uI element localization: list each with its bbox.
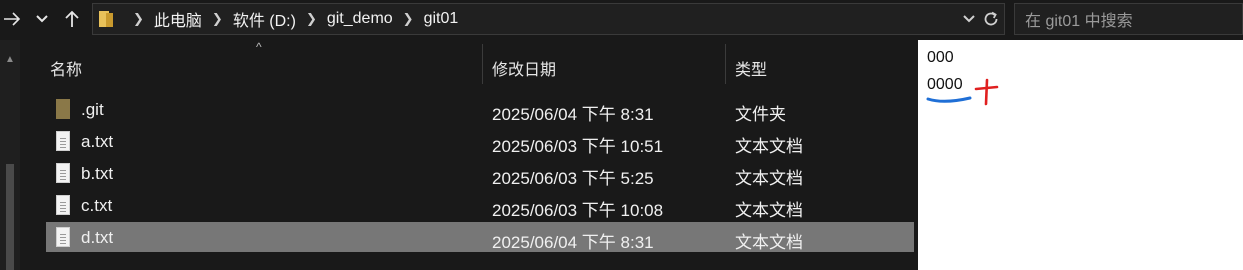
- arrow-right-icon: [4, 12, 21, 26]
- text-file-icon: [56, 163, 70, 183]
- file-type: 文本文档: [735, 137, 803, 156]
- chevron-right-icon[interactable]: ❯: [306, 11, 317, 27]
- preview-line: 000: [927, 49, 954, 66]
- red-plus-mark: [984, 78, 989, 106]
- file-type: 文本文档: [735, 233, 803, 252]
- file-date-modified: 2025/06/03 下午 10:08: [492, 201, 664, 220]
- file-name: c.txt: [81, 196, 113, 215]
- file-date-modified: 2025/06/03 下午 5:25: [492, 169, 654, 188]
- column-name[interactable]: 名称: [50, 56, 82, 80]
- breadcrumb-item-this-pc[interactable]: 此电脑: [154, 7, 202, 31]
- address-bar[interactable]: ❯ 此电脑 ❯ 软件 (D:) ❯ git_demo ❯ git01: [92, 3, 1005, 35]
- search-input[interactable]: 在 git01 中搜索: [1014, 3, 1243, 35]
- chevron-right-icon: ❯: [133, 11, 144, 26]
- navigation-pane-scrollbar[interactable]: ▲: [0, 40, 20, 270]
- preview-pane: 000 0000: [918, 40, 1243, 270]
- file-date-modified: 2025/06/04 下午 8:31: [492, 105, 654, 124]
- column-type[interactable]: 类型: [735, 56, 767, 80]
- file-date-modified: 2025/06/04 下午 8:31: [492, 233, 654, 252]
- up-button[interactable]: [60, 6, 84, 32]
- blue-underline-mark: [926, 96, 972, 103]
- file-type: 文件夹: [735, 105, 786, 124]
- forward-button[interactable]: [0, 6, 24, 32]
- column-date-modified[interactable]: 修改日期: [492, 56, 556, 80]
- file-row[interactable]: d.txt 2025/06/04 下午 8:31 文本文档: [46, 222, 914, 252]
- chevron-down-icon[interactable]: [962, 14, 976, 24]
- column-header: ^ 名称 修改日期 类型: [20, 40, 918, 92]
- file-name: d.txt: [81, 228, 114, 247]
- text-file-icon: [56, 227, 70, 247]
- file-name: b.txt: [81, 164, 114, 183]
- chevron-down-icon: [36, 15, 48, 23]
- scrollbar-thumb[interactable]: [6, 164, 14, 270]
- file-row[interactable]: .git 2025/06/04 下午 8:31 文件夹: [46, 94, 914, 124]
- file-type: 文本文档: [735, 201, 803, 220]
- chevron-right-icon[interactable]: ❯: [212, 11, 223, 27]
- file-row[interactable]: c.txt 2025/06/03 下午 10:08 文本文档: [46, 190, 914, 220]
- file-row[interactable]: a.txt 2025/06/03 下午 10:51 文本文档: [46, 126, 914, 156]
- refresh-icon[interactable]: [982, 10, 1000, 28]
- text-file-icon: [56, 195, 70, 215]
- text-file-icon: [56, 131, 70, 151]
- arrow-up-icon: [65, 10, 79, 27]
- breadcrumb-item-git-demo[interactable]: git_demo: [327, 10, 393, 28]
- search-placeholder: 在 git01 中搜索: [1025, 13, 1133, 30]
- breadcrumb-item-git01[interactable]: git01: [424, 10, 459, 28]
- column-divider[interactable]: [725, 44, 726, 84]
- file-name: a.txt: [81, 132, 114, 151]
- file-date-modified: 2025/06/03 下午 10:51: [492, 137, 664, 156]
- sort-ascending-icon: ^: [256, 40, 262, 54]
- file-name: .git: [81, 100, 104, 119]
- breadcrumb-item-drive[interactable]: 软件 (D:): [233, 7, 296, 31]
- breadcrumb: ❯ 此电脑 ❯ 软件 (D:) ❯ git_demo ❯ git01: [123, 4, 458, 34]
- folder-icon: [99, 11, 113, 27]
- column-divider[interactable]: [482, 44, 483, 84]
- file-row[interactable]: b.txt 2025/06/03 下午 5:25 文本文档: [46, 158, 914, 188]
- recent-locations-button[interactable]: [30, 6, 54, 32]
- scroll-up-arrow-icon[interactable]: ▲: [2, 54, 18, 65]
- address-toolbar: ❯ 此电脑 ❯ 软件 (D:) ❯ git_demo ❯ git01 在 git…: [0, 0, 1243, 40]
- red-plus-mark: [974, 85, 999, 91]
- handwritten-annotation: [926, 78, 999, 106]
- file-type: 文本文档: [735, 169, 803, 188]
- chevron-right-icon[interactable]: ❯: [403, 11, 414, 27]
- folder-icon: [56, 99, 70, 119]
- file-list: ^ 名称 修改日期 类型 .git 2025/06/04 下午 8:31 文件夹 a.…: [20, 40, 918, 270]
- address-actions: [962, 4, 1000, 34]
